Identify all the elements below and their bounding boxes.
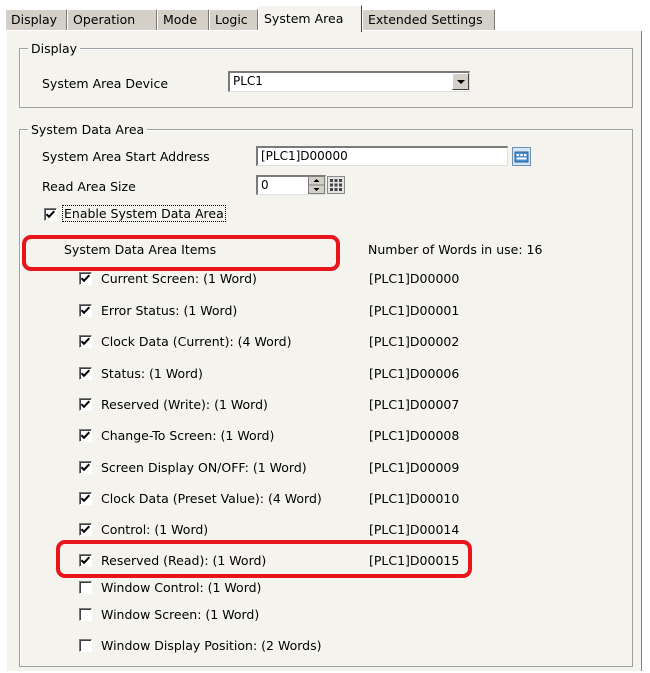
- item-checkbox[interactable]: [79, 492, 92, 505]
- item-label: Screen Display ON/OFF: (1 Word): [101, 460, 307, 475]
- item-label: Error Status: (1 Word): [101, 303, 238, 318]
- item-address: [PLC1]D00007: [369, 397, 460, 412]
- item-address: [PLC1]D00001: [369, 303, 460, 318]
- item-checkbox[interactable]: [79, 581, 92, 594]
- enable-system-data-area-checkbox[interactable]: Enable System Data Area: [44, 205, 244, 224]
- checkmark-icon: [80, 494, 91, 503]
- tab-operation[interactable]: Operation: [67, 9, 157, 30]
- tab-label: Extended Settings: [368, 12, 483, 27]
- system-area-device-value: PLC1: [233, 74, 263, 88]
- item-checkbox[interactable]: [79, 523, 92, 536]
- item-label: Window Display Position: (2 Words): [101, 638, 322, 653]
- checkmark-icon: [45, 210, 56, 219]
- item-checkbox[interactable]: [79, 429, 92, 442]
- tab-label: Logic: [215, 12, 248, 27]
- item-address: [PLC1]D00014: [369, 522, 460, 537]
- chevron-down-icon[interactable]: [452, 73, 469, 90]
- checkmark-icon: [80, 306, 91, 315]
- tab-system-area[interactable]: System Area: [258, 5, 362, 32]
- tab-mode[interactable]: Mode: [157, 9, 209, 30]
- tab-label: Display: [11, 12, 58, 27]
- item-label: Clock Data (Preset Value): (4 Word): [101, 491, 322, 506]
- item-checkbox[interactable]: [79, 608, 92, 621]
- keypad-icon[interactable]: [327, 176, 345, 194]
- item-label: Current Screen: (1 Word): [101, 271, 257, 286]
- start-address-label: System Area Start Address: [42, 149, 210, 164]
- enable-system-data-area-label: Enable System Data Area: [62, 205, 226, 222]
- highlight-reserved-read: [56, 540, 472, 578]
- checkmark-icon: [80, 369, 91, 378]
- read-size-spinner[interactable]: [308, 176, 325, 194]
- start-address-input[interactable]: [PLC1]D00000: [256, 146, 508, 166]
- tab-display[interactable]: Display: [5, 9, 67, 30]
- system-area-device-label: System Area Device: [42, 76, 169, 91]
- tab-label: Mode: [163, 12, 198, 27]
- item-checkbox[interactable]: [79, 398, 92, 411]
- checkmark-icon: [80, 337, 91, 346]
- checkmark-icon: [80, 525, 91, 534]
- item-label: Clock Data (Current): (4 Word): [101, 334, 292, 349]
- checkmark-icon: [80, 463, 91, 472]
- item-address: [PLC1]D00009: [369, 460, 460, 475]
- display-group: Display System Area Device PLC1: [19, 41, 633, 108]
- display-group-title: Display: [28, 41, 81, 56]
- address-input-icon[interactable]: [512, 147, 531, 166]
- checkmark-icon: [80, 400, 91, 409]
- item-checkbox[interactable]: [79, 367, 92, 380]
- item-label: Window Screen: (1 Word): [101, 607, 260, 622]
- item-label: Reserved (Write): (1 Word): [101, 397, 268, 412]
- item-address: [PLC1]D00000: [369, 271, 460, 286]
- read-area-size-label: Read Area Size: [42, 179, 136, 194]
- spinner-arrows-icon: [309, 179, 324, 191]
- tab-label: Operation: [73, 12, 136, 27]
- system-area-panel: Display System Area Device PLC1 System D…: [6, 31, 642, 671]
- item-label: Status: (1 Word): [101, 366, 203, 381]
- highlight-items-header: [22, 235, 340, 271]
- read-area-size-value: 0: [261, 178, 269, 192]
- checkmark-icon: [80, 431, 91, 440]
- item-address: [PLC1]D00006: [369, 366, 460, 381]
- tab-logic[interactable]: Logic: [209, 9, 258, 30]
- item-checkbox[interactable]: [79, 272, 92, 285]
- item-checkbox[interactable]: [79, 304, 92, 317]
- checkbox-box[interactable]: [44, 208, 57, 221]
- system-data-area-title: System Data Area: [28, 122, 148, 137]
- item-label: Change-To Screen: (1 Word): [101, 428, 275, 443]
- item-checkbox[interactable]: [79, 335, 92, 348]
- item-address: [PLC1]D00002: [369, 334, 460, 349]
- item-label: Control: (1 Word): [101, 522, 209, 537]
- item-checkbox[interactable]: [79, 639, 92, 652]
- checkmark-icon: [80, 274, 91, 283]
- item-address: [PLC1]D00010: [369, 491, 460, 506]
- item-label: Window Control: (1 Word): [101, 580, 262, 595]
- tab-label: System Area: [264, 11, 344, 26]
- tab-extended-settings[interactable]: Extended Settings: [362, 9, 495, 30]
- item-address: [PLC1]D00008: [369, 428, 460, 443]
- item-checkbox[interactable]: [79, 461, 92, 474]
- system-area-device-select[interactable]: PLC1: [228, 71, 470, 92]
- words-in-use: Number of Words in use: 16: [368, 242, 543, 257]
- start-address-value: [PLC1]D00000: [261, 149, 348, 163]
